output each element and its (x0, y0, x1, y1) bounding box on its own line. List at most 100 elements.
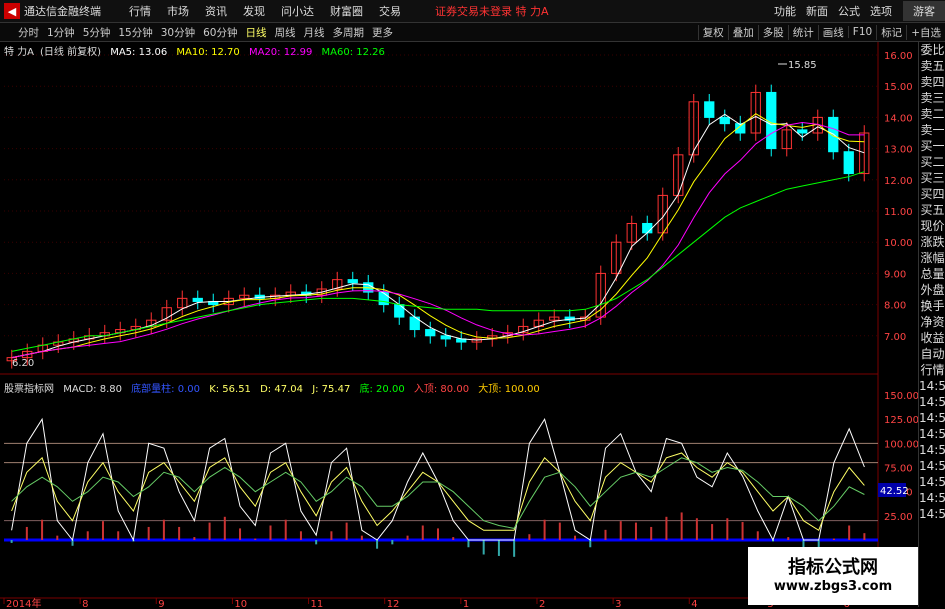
x-axis-label: 1 (463, 599, 469, 609)
side-panel-item[interactable]: 买二 (919, 154, 945, 170)
side-panel-item[interactable]: 涨幅 (919, 250, 945, 266)
ind-axis-label: 25.00 (884, 512, 913, 523)
side-panel-item[interactable]: 14:55 (919, 506, 945, 522)
indicator-legend: 股票指标网 MACD: 8.80 底部量柱: 0.00 K: 56.51 D: … (4, 380, 546, 395)
ma20-label: MA20: 12.99 (248, 47, 313, 58)
x-axis-label: 9 (158, 599, 164, 609)
x-axis-label: 11 (311, 599, 324, 609)
indicator-name[interactable]: 股票指标网 (4, 384, 54, 395)
side-panel-item[interactable]: 买一 (919, 138, 945, 154)
x-axis-label: 10 (234, 599, 247, 609)
ind-axis-label: 75.00 (884, 464, 913, 475)
ma10-line (11, 113, 865, 359)
ind-axis-label: 125.00 (884, 415, 918, 426)
side-panel-item[interactable]: 换手 (919, 298, 945, 314)
side-panel-item[interactable]: 收益 (919, 330, 945, 346)
price-axis-label: 16.00 (884, 51, 913, 62)
j-label: J: 75.47 (312, 384, 351, 395)
ma5-line (11, 113, 865, 359)
lbl-label: 底部量柱: 0.00 (131, 384, 200, 395)
ma20-line (11, 121, 865, 359)
price-axis-label: 8.00 (884, 301, 906, 312)
side-panel-item[interactable]: 涨跌 (919, 234, 945, 250)
candle-body (797, 129, 808, 134)
ru-label: 入顶: 80.00 (413, 384, 470, 395)
side-panel-item[interactable]: 外盘 (919, 282, 945, 298)
indicator-bars (10, 512, 866, 557)
candle-body (704, 101, 715, 118)
side-panel-item[interactable]: 14:55 (919, 442, 945, 458)
price-axis-label: 13.00 (884, 145, 913, 156)
side-panel-item[interactable]: 卖二 (919, 106, 945, 122)
side-panel-item[interactable]: 14:55 (919, 490, 945, 506)
side-panel-item[interactable]: 14:55 (919, 474, 945, 490)
side-panel-item[interactable]: 买三 (919, 170, 945, 186)
price-axis-label: 12.00 (884, 176, 913, 187)
x-axis-label: 3 (615, 599, 621, 609)
candle-body (378, 291, 389, 306)
j-line (11, 417, 865, 542)
price-axis-label: 11.00 (884, 207, 913, 218)
watermark-url: www.zbgs3.com (773, 579, 893, 594)
side-panel-item[interactable]: 行情 (919, 362, 945, 378)
stock-name: 特 力A (4, 47, 35, 58)
candle-body (843, 151, 854, 175)
price-axis-label: 7.00 (884, 332, 906, 343)
side-panel-item[interactable]: 卖五 (919, 58, 945, 74)
ind-value: 42.52 (880, 486, 909, 497)
main-legend: 特 力A (日线 前复权) MA5: 13.06 MA10: 12.70 MA20… (4, 43, 391, 58)
candle-body (347, 279, 358, 284)
ma60-line (11, 171, 865, 352)
side-panel-item[interactable]: 卖一 (919, 122, 945, 138)
candle-body (394, 304, 405, 318)
side-panel-item[interactable]: 净资 (919, 314, 945, 330)
x-axis: 2014年89101112123456 (3, 597, 850, 609)
x-axis-label: 8 (82, 599, 88, 609)
price-axis-label: 10.00 (884, 238, 913, 249)
ma10-label: MA10: 12.70 (176, 47, 240, 58)
candle-body (719, 116, 730, 125)
watermark: 指标公式网 www.zbgs3.com (748, 547, 918, 605)
k-line (11, 452, 865, 532)
x-axis-label: 4 (691, 599, 697, 609)
price-axis-label: 14.00 (884, 113, 913, 124)
kline-chart[interactable]: 16.00 15.00 14.00 13.00 12.00 11.00 10.00 9.00 8… (0, 0, 918, 609)
di-label: 底: 20.00 (359, 384, 405, 395)
candle-body (642, 222, 653, 234)
candle-body (440, 335, 451, 340)
quote-side-panel[interactable]: 委比 卖五 卖四 卖三 卖二 卖一 买一 买二 买三 买四 买五 现价 涨跌 涨幅 总量 外盘 换手 净资 收益 自动… (918, 42, 945, 607)
ind-axis-label: 100.00 (884, 439, 918, 450)
x-axis-label: 2014年 (6, 597, 41, 609)
side-panel-item[interactable]: 14:55 (919, 410, 945, 426)
side-panel-item[interactable]: 总量 (919, 266, 945, 282)
ma5-label: MA5: 13.06 (110, 47, 168, 58)
side-panel-item[interactable]: 14:55 (919, 426, 945, 442)
side-panel-item[interactable]: 买四 (919, 186, 945, 202)
side-panel-item[interactable]: 卖三 (919, 90, 945, 106)
chart-mode: (日线 前复权) (40, 47, 102, 58)
x-axis-label: 2 (539, 599, 545, 609)
side-panel-item[interactable]: 14:55 (919, 378, 945, 394)
watermark-title: 指标公式网 (788, 557, 878, 578)
side-panel-item[interactable]: 14:55 (919, 458, 945, 474)
macd-label: MACD: 8.80 (63, 384, 122, 395)
side-panel-item[interactable]: 现价 (919, 218, 945, 234)
side-panel-item[interactable]: 自动 (919, 346, 945, 362)
ma60-label: MA60: 12.26 (321, 47, 385, 58)
side-panel-item[interactable]: 14:55 (919, 394, 945, 410)
side-panel-item[interactable]: 买五 (919, 202, 945, 218)
d-label: D: 47.04 (260, 384, 303, 395)
side-panel-item[interactable]: 卖四 (919, 74, 945, 90)
price-axis-label: 15.00 (884, 82, 913, 93)
ind-axis-label: 150.00 (884, 391, 918, 402)
ma-lines (11, 113, 865, 359)
indicator-lines (11, 417, 865, 542)
da-label: 大顶: 100.00 (478, 384, 540, 395)
x-axis-label: 12 (387, 599, 400, 609)
price-axis-label: 9.00 (884, 269, 906, 280)
high-annotation: 15.85 (788, 60, 817, 71)
side-panel-item[interactable]: 委比 (919, 42, 945, 58)
k-label: K: 56.51 (209, 384, 251, 395)
candle-body (192, 297, 203, 302)
low-annotation: 6.20 (12, 358, 34, 369)
